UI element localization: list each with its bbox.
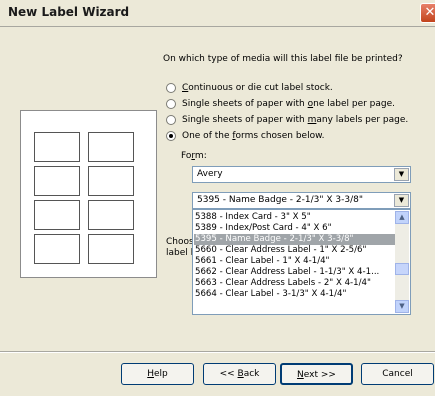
radio-forms[interactable] [166,131,176,141]
list-item-selected[interactable]: 5395 - Name Badge - 2-1/3" X 3-3/8" [194,234,395,245]
vendor-select[interactable]: Avery ▼ [192,166,411,183]
preview-label-cell [88,132,134,162]
option-one-label[interactable]: Single sheets of paper with one label pe… [166,98,395,110]
option-forms[interactable]: One of the forms chosen below. [166,130,325,142]
chevron-down-icon[interactable]: ▼ [394,194,409,207]
list-item[interactable]: 5662 - Clear Address Label - 1-1/3" X 4-… [194,267,395,278]
title-divider [0,26,435,27]
chevron-down-icon[interactable]: ▼ [394,168,409,181]
label-preview [20,110,157,278]
preview-label-cell [34,234,80,264]
help-button[interactable]: Help [121,363,194,385]
cancel-button[interactable]: Cancel [361,363,434,385]
dropdown-scrollbar[interactable]: ▲ ▼ [395,211,409,313]
window-title: New Label Wizard [8,5,130,19]
radio-one-label[interactable] [166,99,176,109]
product-select-value: 5395 - Name Badge - 2-1/3" X 3-3/8" [197,195,363,205]
back-button[interactable]: << Back [203,363,276,385]
scroll-up-icon[interactable]: ▲ [395,211,409,224]
list-item[interactable]: 5388 - Index Card - 3" X 5" [194,212,395,223]
preview-label-cell [88,234,134,264]
title-bar: New Label Wizard ✕ [0,0,435,26]
close-button[interactable]: ✕ [420,3,435,23]
scrollbar-thumb[interactable] [395,263,409,275]
radio-continuous[interactable] [166,83,176,93]
option-continuous[interactable]: Continuous or die cut label stock. [166,82,333,94]
choose-label-text: Choos label l [166,237,194,258]
preview-label-cell [34,200,80,230]
media-question: On which type of media will this label f… [163,54,403,64]
list-item[interactable]: 5389 - Index/Post Card - 4" X 6" [194,223,395,234]
list-item[interactable]: 5664 - Clear Label - 3-1/3" X 4-1/4" [194,289,395,300]
list-item[interactable]: 5663 - Clear Address Labels - 2" X 4-1/4… [194,278,395,289]
close-icon: ✕ [424,5,435,20]
option-many-labels[interactable]: Single sheets of paper with many labels … [166,114,408,126]
option-one-label-label: Single sheets of paper with one label pe… [182,99,396,109]
scroll-down-icon[interactable]: ▼ [395,300,409,313]
radio-many-labels[interactable] [166,115,176,125]
next-button[interactable]: Next >> [280,363,353,385]
list-item[interactable]: 5661 - Clear Label - 1" X 4-1/4" [194,256,395,267]
product-select[interactable]: 5395 - Name Badge - 2-1/3" X 3-3/8" ▼ [192,192,411,209]
list-item[interactable]: 5660 - Clear Address Label - 1" X 2-5/6" [194,245,395,256]
option-continuous-label: Continuous or die cut label stock. [182,83,333,93]
form-label: Form: [181,151,207,161]
preview-label-cell [34,132,80,162]
bottom-divider [0,351,435,353]
option-many-labels-label: Single sheets of paper with many labels … [182,115,409,125]
preview-label-cell [88,166,134,196]
preview-label-cell [34,166,80,196]
product-dropdown-list[interactable]: 5388 - Index Card - 3" X 5" 5389 - Index… [192,209,411,315]
vendor-select-value: Avery [197,169,223,179]
preview-label-cell [88,200,134,230]
option-forms-label: One of the forms chosen below. [182,131,325,141]
new-label-wizard-dialog: New Label Wizard ✕ On which type of medi… [0,0,435,396]
